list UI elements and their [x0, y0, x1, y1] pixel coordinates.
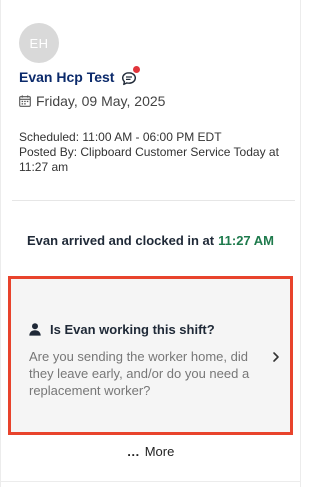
prompt-description: Are you sending the worker home, did the… — [29, 349, 250, 398]
calendar-icon — [19, 95, 31, 107]
arrival-status: Evan arrived and clocked in at 11:27 AM — [0, 233, 301, 248]
shift-date-row: Friday, 09 May, 2025 — [19, 93, 165, 109]
chat-button[interactable] — [121, 66, 141, 87]
avatar[interactable]: EH — [19, 23, 59, 63]
arrival-message: Evan arrived and clocked in at — [26, 233, 215, 248]
more-label: More — [144, 443, 175, 459]
posted-by: Posted By: Clipboard Customer Service To… — [19, 145, 279, 174]
chat-bubble-icon — [122, 72, 137, 86]
ellipsis-icon: … — [126, 443, 141, 459]
worker-row: Evan Hcp Test — [19, 66, 141, 87]
divider — [12, 200, 295, 201]
working-shift-prompt[interactable]: Is Evan working this shift? Are you send… — [8, 276, 293, 435]
prompt-title-row: Is Evan working this shift? — [29, 322, 215, 337]
shift-date: Friday, 09 May, 2025 — [36, 93, 166, 109]
shift-card: EH Evan Hcp Test Friday, 09 May, 2025 Sc… — [0, 0, 301, 487]
worker-name[interactable]: Evan Hcp Test — [19, 69, 114, 85]
shift-meta: Scheduled: 11:00 AM - 06:00 PM EDT Poste… — [19, 130, 295, 175]
notification-dot — [133, 66, 141, 73]
more-button[interactable]: … More — [0, 442, 301, 460]
avatar-initials: EH — [29, 35, 49, 51]
chevron-right-icon — [273, 352, 279, 362]
person-icon — [29, 323, 41, 336]
clock-in-time: 11:27 AM — [218, 233, 275, 248]
scheduled-time: Scheduled: 11:00 AM - 06:00 PM EDT — [19, 130, 222, 144]
prompt-title: Is Evan working this shift? — [50, 322, 215, 337]
card-border-bottom — [0, 481, 301, 482]
